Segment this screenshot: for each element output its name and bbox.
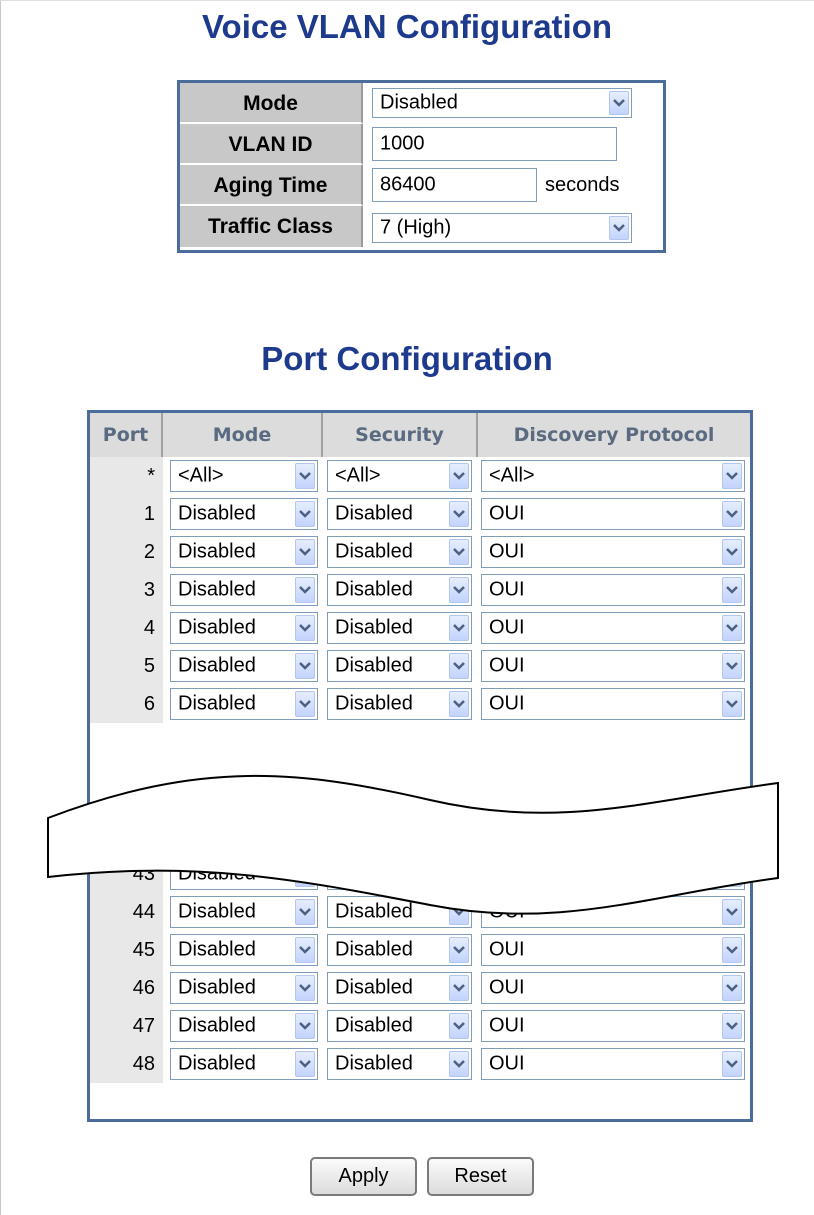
apply-button[interactable]: Apply xyxy=(310,1157,417,1196)
table-break-overlay xyxy=(47,775,779,915)
reset-button[interactable]: Reset xyxy=(427,1157,534,1196)
